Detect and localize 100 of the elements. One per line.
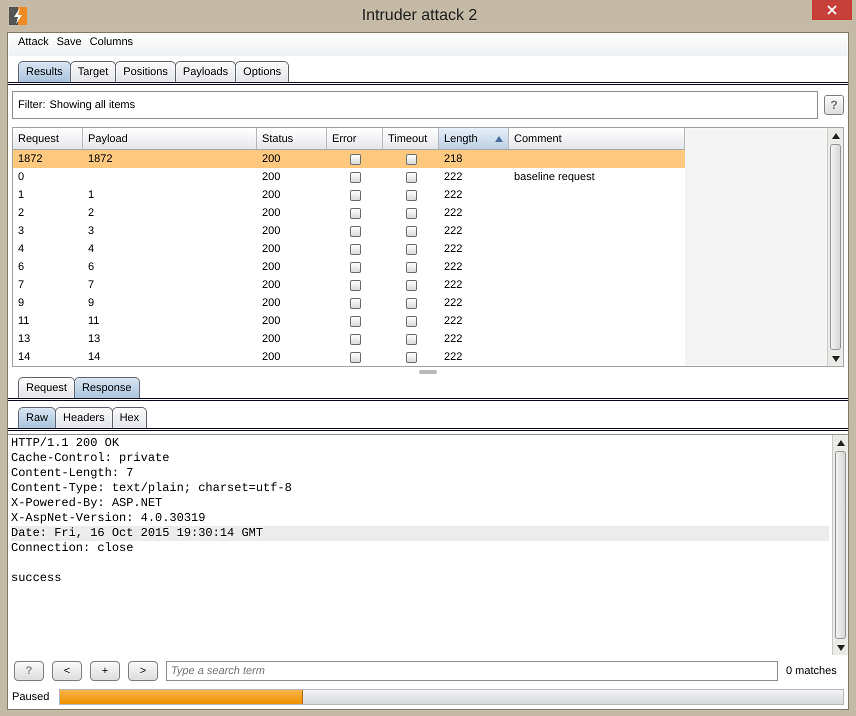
table-cell: 222 [444, 243, 462, 255]
tab[interactable]: Headers [55, 407, 113, 428]
table-cell: 222 [444, 225, 462, 237]
column-header[interactable]: Request [13, 128, 83, 149]
search-button[interactable]: < [52, 661, 82, 681]
search-button[interactable]: > [128, 661, 158, 681]
table-cell: 200 [262, 279, 280, 291]
response-line: Connection: close [11, 541, 134, 555]
menu-item[interactable]: Columns [90, 36, 134, 53]
checkbox[interactable] [406, 334, 416, 344]
table-cell: 4 [18, 243, 24, 255]
checkbox[interactable] [406, 352, 416, 362]
checkbox[interactable] [350, 352, 360, 362]
checkbox[interactable] [350, 298, 360, 308]
response-line: success [11, 571, 62, 585]
checkbox[interactable] [350, 244, 360, 254]
table-row[interactable]: 3 3 200 222 [13, 222, 685, 240]
table-row[interactable]: 1 1 200 222 [13, 186, 685, 204]
table-cell: 200 [262, 153, 280, 165]
checkbox[interactable] [350, 316, 360, 326]
checkbox[interactable] [406, 154, 416, 164]
checkbox[interactable] [350, 262, 360, 272]
table-row[interactable]: 9 9 200 222 [13, 294, 685, 312]
table-cell: 222 [444, 207, 462, 219]
table-cell: 1 [18, 189, 24, 201]
close-button[interactable] [812, 0, 852, 20]
table-cell: 9 [18, 297, 24, 309]
table-row[interactable]: 6 6 200 222 [13, 258, 685, 276]
column-header[interactable]: Status [257, 128, 327, 149]
tab[interactable]: Response [74, 377, 140, 398]
tab[interactable]: Results [18, 61, 71, 82]
table-cell: 9 [88, 297, 94, 309]
checkbox[interactable] [406, 298, 416, 308]
table-cell: 218 [444, 153, 462, 165]
checkbox[interactable] [406, 208, 416, 218]
scrollbar[interactable] [832, 435, 848, 655]
checkbox[interactable] [406, 262, 416, 272]
tab[interactable]: Options [235, 61, 290, 82]
checkbox[interactable] [350, 226, 360, 236]
splitter-handle[interactable] [419, 370, 437, 374]
table-row[interactable]: 2 2 200 222 [13, 204, 685, 222]
table-row[interactable]: 7 7 200 222 [13, 276, 685, 294]
table-row[interactable]: 1872 1872 200 218 [13, 150, 685, 168]
menu-item[interactable]: Save [56, 36, 82, 53]
table-cell: 200 [262, 351, 280, 363]
table-cell: 1 [88, 189, 94, 201]
checkbox[interactable] [406, 172, 416, 182]
table-cell: 7 [88, 279, 94, 291]
tab[interactable]: Positions [115, 61, 176, 82]
search-button[interactable]: + [90, 661, 120, 681]
table-row[interactable]: 14 14 200 222 [13, 348, 685, 366]
checkbox[interactable] [406, 244, 416, 254]
checkbox[interactable] [406, 316, 416, 326]
filter-label: Filter: [18, 99, 46, 111]
checkbox[interactable] [406, 190, 416, 200]
table-row[interactable]: 11 11 200 222 [13, 312, 685, 330]
tab[interactable]: Payloads [174, 61, 236, 82]
table-cell: 200 [262, 261, 280, 273]
response-line: HTTP/1.1 200 OK [11, 436, 120, 450]
table-cell: 200 [262, 225, 280, 237]
checkbox[interactable] [350, 334, 360, 344]
table-cell: 2 [18, 207, 24, 219]
table-cell: 11 [88, 315, 100, 327]
checkbox[interactable] [406, 280, 416, 290]
checkbox[interactable] [350, 280, 360, 290]
checkbox[interactable] [406, 226, 416, 236]
response-line: Date: Fri, 16 Oct 2015 19:30:14 GMT [11, 526, 264, 540]
table-cell: 2 [88, 207, 94, 219]
column-header[interactable]: Payload [83, 128, 257, 149]
response-line: Cache-Control: private [11, 451, 170, 465]
response-line: X-Powered-By: ASP.NET [11, 496, 162, 510]
tab[interactable]: Request [18, 377, 75, 398]
table-row[interactable]: 0 200 222 baseline request [13, 168, 685, 186]
checkbox[interactable] [350, 172, 360, 182]
table-row[interactable]: 13 13 200 222 [13, 330, 685, 348]
table-cell: 222 [444, 333, 462, 345]
checkbox[interactable] [350, 154, 360, 164]
table-cell: 0 [18, 171, 24, 183]
scroll-up-icon [832, 132, 840, 138]
filter-bar[interactable]: Filter: Showing all items [12, 91, 818, 119]
table-cell: 222 [444, 261, 462, 273]
tab[interactable]: Target [70, 61, 116, 82]
table-cell: 200 [262, 297, 280, 309]
search-field[interactable]: Type a search term [166, 661, 778, 681]
table-cell: 200 [262, 189, 280, 201]
checkbox[interactable] [350, 208, 360, 218]
checkbox[interactable] [350, 190, 360, 200]
scrollbar[interactable] [827, 128, 843, 366]
column-header[interactable]: Error [327, 128, 383, 149]
table-cell: 200 [262, 333, 280, 345]
help-button[interactable]: ? [824, 95, 844, 115]
menu-item[interactable]: Attack [18, 36, 49, 53]
table-row[interactable]: 4 4 200 222 [13, 240, 685, 258]
response-line: X-AspNet-Version: 4.0.30319 [11, 511, 206, 525]
tab[interactable]: Hex [112, 407, 148, 428]
table-cell: 6 [88, 261, 94, 273]
table-cell: 200 [262, 171, 280, 183]
tab[interactable]: Raw [18, 407, 56, 428]
column-header[interactable]: Length [439, 128, 509, 149]
table-cell: 3 [88, 225, 94, 237]
